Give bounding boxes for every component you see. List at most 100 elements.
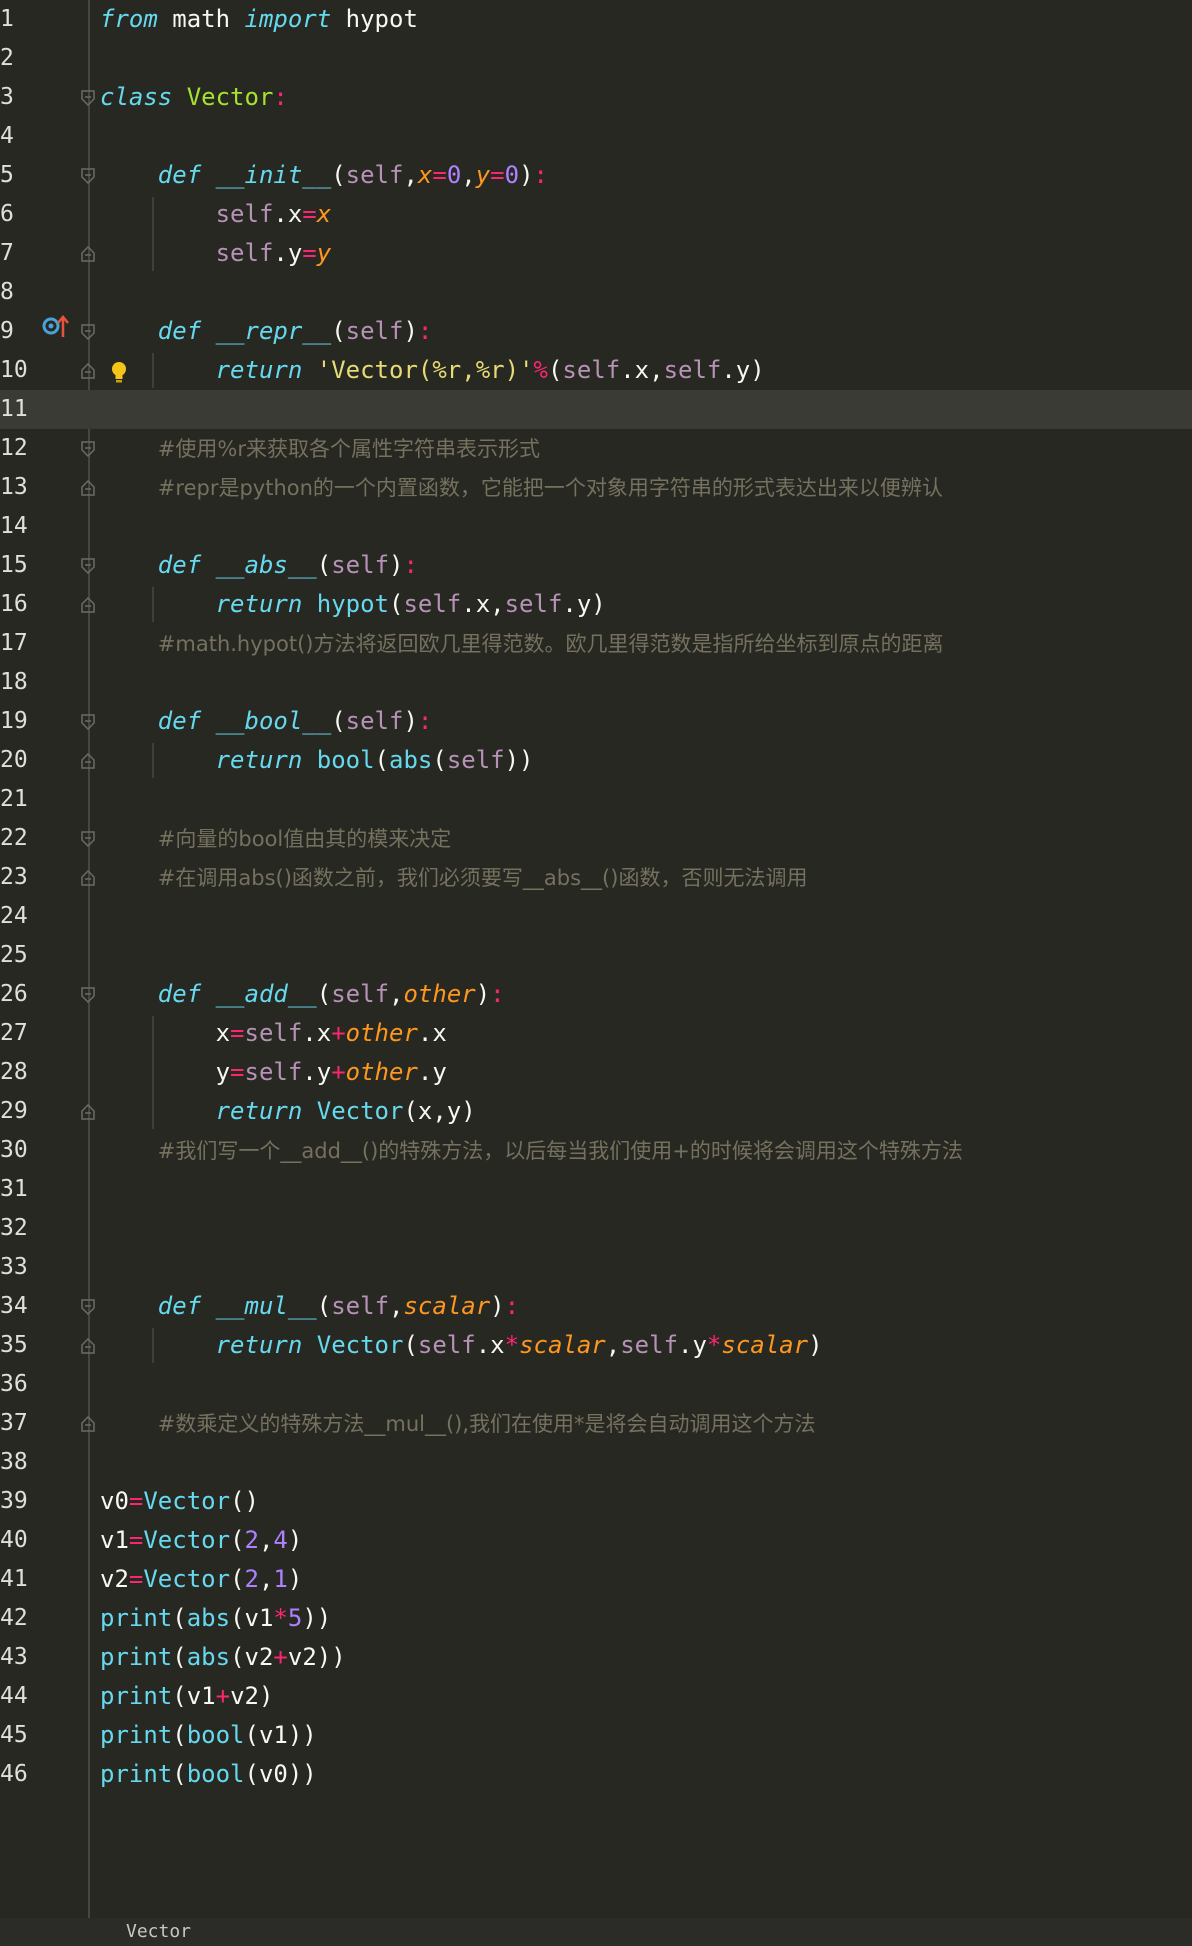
line-number[interactable]: 16 bbox=[0, 585, 30, 624]
line-number[interactable]: 17 bbox=[0, 624, 30, 663]
fold-close-icon[interactable] bbox=[81, 480, 95, 496]
code-line[interactable]: 39 v0=Vector() bbox=[0, 1482, 1192, 1521]
line-number[interactable]: 37 bbox=[0, 1404, 30, 1443]
code-text[interactable]: return bool(abs(self)) bbox=[100, 741, 534, 780]
code-line[interactable]: 15 def __abs__(self): bbox=[0, 546, 1192, 585]
line-number[interactable]: 19 bbox=[0, 702, 30, 741]
fold-open-icon[interactable] bbox=[81, 441, 95, 457]
code-text[interactable]: #在调用abs()函数之前，我们必须要写__abs__()函数，否则无法调用 bbox=[100, 858, 808, 897]
code-text[interactable]: def __abs__(self): bbox=[100, 546, 418, 585]
code-line[interactable]: 43 print(abs(v2+v2)) bbox=[0, 1638, 1192, 1677]
code-line[interactable]: 20 return bool(abs(self)) bbox=[0, 741, 1192, 780]
code-text[interactable]: print(abs(v1*5)) bbox=[100, 1599, 331, 1638]
code-line[interactable]: 37 #数乘定义的特殊方法__mul__(),我们在使用*是将会自动调用这个方法 bbox=[0, 1404, 1192, 1443]
code-text[interactable]: v1=Vector(2,4) bbox=[100, 1521, 302, 1560]
fold-open-icon[interactable] bbox=[81, 1299, 95, 1315]
override-up-arrow-icon[interactable] bbox=[42, 313, 70, 339]
code-line[interactable]: 45 print(bool(v1)) bbox=[0, 1716, 1192, 1755]
line-number[interactable]: 12 bbox=[0, 429, 30, 468]
code-line[interactable]: 22 #向量的bool值由其的模来决定 bbox=[0, 819, 1192, 858]
code-line[interactable]: 13 #repr是python的一个内置函数，它能把一个对象用字符串的形式表达出… bbox=[0, 468, 1192, 507]
code-line[interactable]: 12 #使用%r来获取各个属性字符串表示形式 bbox=[0, 429, 1192, 468]
line-number[interactable]: 39 bbox=[0, 1482, 30, 1521]
line-number[interactable]: 6 bbox=[0, 195, 30, 234]
fold-open-icon[interactable] bbox=[81, 90, 95, 106]
code-line[interactable]: 28 y=self.y+other.y bbox=[0, 1053, 1192, 1092]
code-line[interactable]: 27 x=self.x+other.x bbox=[0, 1014, 1192, 1053]
code-line[interactable]: 5 def __init__(self,x=0,y=0): bbox=[0, 156, 1192, 195]
breadcrumb[interactable]: Vector bbox=[126, 1920, 191, 1944]
code-text[interactable]: def __add__(self,other): bbox=[100, 975, 505, 1014]
code-editor[interactable]: 1 from math import hypot 2 3 class Vector: 4 5… bbox=[0, 0, 1192, 1946]
code-line[interactable]: 23 #在调用abs()函数之前，我们必须要写__abs__()函数，否则无法调… bbox=[0, 858, 1192, 897]
line-number[interactable]: 31 bbox=[0, 1170, 30, 1209]
line-number[interactable]: 18 bbox=[0, 663, 30, 702]
code-line[interactable]: 41 v2=Vector(2,1) bbox=[0, 1560, 1192, 1599]
fold-close-icon[interactable] bbox=[81, 1104, 95, 1120]
line-number[interactable]: 36 bbox=[0, 1365, 30, 1404]
code-line[interactable]: 16 return hypot(self.x,self.y) bbox=[0, 585, 1192, 624]
line-number[interactable]: 38 bbox=[0, 1443, 30, 1482]
code-line[interactable]: 46 print(bool(v0)) bbox=[0, 1755, 1192, 1794]
line-number[interactable]: 23 bbox=[0, 858, 30, 897]
line-number[interactable]: 15 bbox=[0, 546, 30, 585]
code-line[interactable]: 26 def __add__(self,other): bbox=[0, 975, 1192, 1014]
code-text[interactable]: from math import hypot bbox=[100, 0, 418, 39]
fold-close-icon[interactable] bbox=[81, 246, 95, 262]
line-number[interactable]: 32 bbox=[0, 1209, 30, 1248]
fold-open-icon[interactable] bbox=[81, 324, 95, 340]
line-number[interactable]: 44 bbox=[0, 1677, 30, 1716]
line-number[interactable]: 41 bbox=[0, 1560, 30, 1599]
code-line[interactable]: 14 bbox=[0, 507, 1192, 546]
code-text[interactable]: def __repr__(self): bbox=[100, 312, 433, 351]
fold-close-icon[interactable] bbox=[81, 753, 95, 769]
line-number[interactable]: 1 bbox=[0, 0, 30, 39]
line-number[interactable]: 27 bbox=[0, 1014, 30, 1053]
code-text[interactable]: #math.hypot()方法将返回欧几里得范数。欧几里得范数是指所给坐标到原点… bbox=[100, 624, 944, 663]
code-line[interactable]: 34 def __mul__(self,scalar): bbox=[0, 1287, 1192, 1326]
code-line[interactable]: 36 bbox=[0, 1365, 1192, 1404]
code-text[interactable]: #我们写一个__add__()的特殊方法，以后每当我们使用+的时候将会调用这个特… bbox=[100, 1131, 963, 1170]
code-line[interactable]: 17 #math.hypot()方法将返回欧几里得范数。欧几里得范数是指所给坐标… bbox=[0, 624, 1192, 663]
code-line[interactable]: 2 bbox=[0, 39, 1192, 78]
code-line[interactable]: 6 self.x=x bbox=[0, 195, 1192, 234]
code-line[interactable]: 33 bbox=[0, 1248, 1192, 1287]
line-number[interactable]: 2 bbox=[0, 39, 30, 78]
code-text[interactable]: return 'Vector(%r,%r)'%(self.x,self.y) bbox=[100, 351, 765, 390]
line-number[interactable]: 4 bbox=[0, 117, 30, 156]
line-number[interactable]: 5 bbox=[0, 156, 30, 195]
code-text[interactable]: self.y=y bbox=[100, 234, 332, 273]
line-number[interactable]: 25 bbox=[0, 936, 30, 975]
code-line[interactable]: 10 return 'Vector(%r,%r)'%(self.x,self.y… bbox=[0, 351, 1192, 390]
fold-close-icon[interactable] bbox=[81, 1338, 95, 1354]
code-line[interactable]: 21 bbox=[0, 780, 1192, 819]
line-number[interactable]: 22 bbox=[0, 819, 30, 858]
code-line[interactable]: 3 class Vector: bbox=[0, 78, 1192, 117]
code-text[interactable]: def __init__(self,x=0,y=0): bbox=[100, 156, 548, 195]
code-text[interactable]: print(v1+v2) bbox=[100, 1677, 273, 1716]
line-number[interactable]: 43 bbox=[0, 1638, 30, 1677]
code-line[interactable]: 19 def __bool__(self): bbox=[0, 702, 1192, 741]
code-line[interactable]: 18 bbox=[0, 663, 1192, 702]
line-number[interactable]: 21 bbox=[0, 780, 30, 819]
code-line[interactable]: 40 v1=Vector(2,4) bbox=[0, 1521, 1192, 1560]
code-text[interactable]: class Vector: bbox=[100, 78, 288, 117]
code-text[interactable]: #数乘定义的特殊方法__mul__(),我们在使用*是将会自动调用这个方法 bbox=[100, 1404, 816, 1443]
code-line[interactable]: 25 bbox=[0, 936, 1192, 975]
fold-close-icon[interactable] bbox=[81, 1416, 95, 1432]
fold-open-icon[interactable] bbox=[81, 831, 95, 847]
line-number[interactable]: 7 bbox=[0, 234, 30, 273]
line-number[interactable]: 14 bbox=[0, 507, 30, 546]
code-line[interactable]: 35 return Vector(self.x*scalar,self.y*sc… bbox=[0, 1326, 1192, 1365]
lightbulb-icon[interactable] bbox=[110, 360, 128, 384]
code-text[interactable]: print(abs(v2+v2)) bbox=[100, 1638, 346, 1677]
code-text[interactable]: #使用%r来获取各个属性字符串表示形式 bbox=[100, 429, 540, 468]
code-line[interactable]: 44 print(v1+v2) bbox=[0, 1677, 1192, 1716]
code-line[interactable]: 9 def __repr__(self): bbox=[0, 312, 1192, 351]
fold-open-icon[interactable] bbox=[81, 168, 95, 184]
code-line[interactable]: 11 bbox=[0, 390, 1192, 429]
line-number[interactable]: 28 bbox=[0, 1053, 30, 1092]
code-line[interactable]: 29 return Vector(x,y) bbox=[0, 1092, 1192, 1131]
line-number[interactable]: 9 bbox=[0, 312, 30, 351]
code-line[interactable]: 30 #我们写一个__add__()的特殊方法，以后每当我们使用+的时候将会调用… bbox=[0, 1131, 1192, 1170]
